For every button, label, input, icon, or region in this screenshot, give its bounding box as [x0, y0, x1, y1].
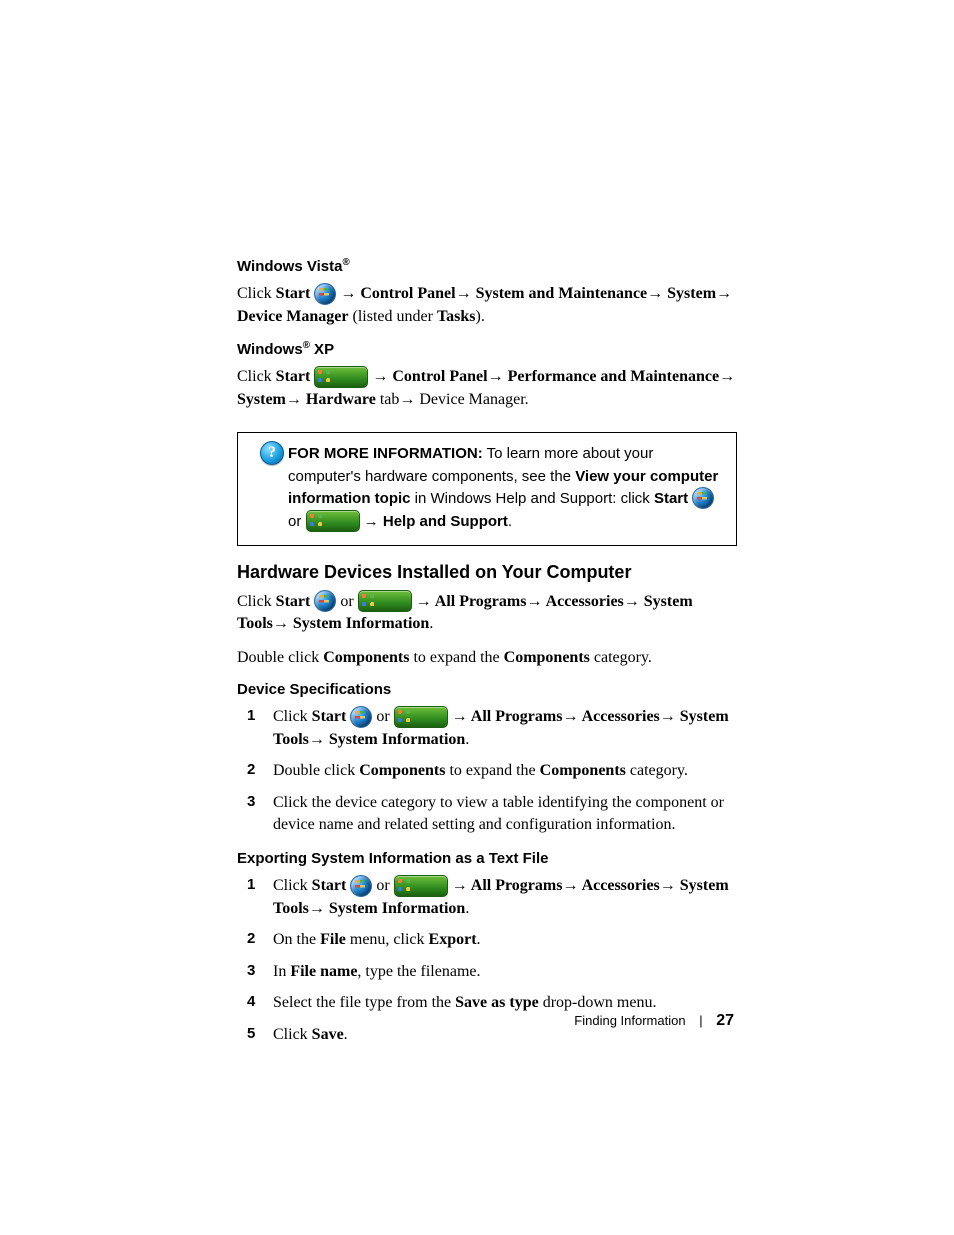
text: or [372, 877, 393, 894]
text: Click [273, 708, 312, 725]
page-footer: Finding Information | 27 [0, 1010, 734, 1032]
start-button-xp-icon [394, 706, 448, 728]
footer-separator: | [699, 1013, 702, 1028]
device-spec-steps: 1 Click Start or → All Programs→ Accesso… [237, 706, 737, 835]
components-label: Components [359, 762, 445, 779]
components-label: Components [323, 649, 409, 666]
heading-windows-vista: Windows Vista® [237, 256, 737, 277]
heading-device-specifications: Device Specifications [237, 680, 737, 700]
text: . [465, 731, 469, 748]
hardware-double-click: Double click Components to expand the Co… [237, 647, 737, 669]
text: . [477, 931, 481, 948]
export-label: Export [429, 931, 477, 948]
text: . [465, 900, 469, 917]
components-label: Components [504, 649, 590, 666]
list-item: 1 Click Start or → All Programs→ Accesso… [237, 706, 737, 750]
start-label: Start [312, 708, 347, 725]
hardware-click-start: Click Start or → All Programs→ Accessori… [237, 591, 737, 635]
start-label: Start [312, 877, 347, 894]
text: Double click [237, 649, 323, 666]
heading-hardware-devices: Hardware Devices Installed on Your Compu… [237, 560, 737, 584]
start-orb-vista-icon [314, 283, 336, 305]
footer-section-title: Finding Information [574, 1013, 685, 1028]
step-number: 2 [247, 760, 255, 780]
start-label: Start [654, 490, 688, 507]
text: Click the device category to view a tabl… [273, 794, 724, 833]
registered-mark: ® [342, 257, 349, 268]
text: Double click [273, 762, 359, 779]
list-item: 2 Double click Components to expand the … [237, 760, 737, 782]
start-orb-vista-icon [692, 487, 714, 509]
file-label: File [320, 931, 346, 948]
text: . [429, 615, 433, 632]
heading-text: Windows Vista [237, 258, 342, 275]
start-button-xp-icon [314, 366, 368, 388]
start-label: Start [276, 593, 311, 610]
help-support-label: Help and Support [383, 513, 508, 530]
start-orb-vista-icon [350, 875, 372, 897]
text: Click [237, 285, 276, 302]
components-label: Components [540, 762, 626, 779]
text: (listed under [349, 308, 437, 325]
document-page: Windows Vista® Click Start → Control Pan… [0, 0, 954, 1235]
text: , type the filename. [357, 963, 480, 980]
info-label: FOR MORE INFORMATION: [288, 445, 483, 462]
text: or [336, 593, 357, 610]
step-number: 3 [247, 961, 255, 981]
for-more-information-box: ? FOR MORE INFORMATION: To learn more ab… [237, 432, 737, 546]
step-number: 1 [247, 875, 255, 895]
text: or [372, 708, 393, 725]
text: to expand the [445, 762, 539, 779]
question-mark-icon: ? [260, 441, 284, 465]
text: ). [476, 308, 485, 325]
arrow: → [360, 513, 383, 530]
text: tab→ Device Manager. [376, 391, 529, 408]
start-label: Start [276, 285, 311, 302]
start-button-xp-icon [306, 510, 360, 532]
hardware-label: Hardware [306, 391, 376, 408]
page-content: Windows Vista® Click Start → Control Pan… [237, 256, 737, 1060]
heading-exporting: Exporting System Information as a Text F… [237, 849, 737, 869]
save-as-type-label: Save as type [455, 994, 539, 1011]
heading-text: Windows [237, 341, 303, 358]
list-item: 3 Click the device category to view a ta… [237, 792, 737, 835]
start-button-xp-icon [394, 875, 448, 897]
step-number: 3 [247, 792, 255, 812]
step-number: 2 [247, 929, 255, 949]
heading-text: XP [310, 341, 334, 358]
registered-mark: ® [303, 340, 310, 351]
list-item: 3 In File name, type the filename. [237, 961, 737, 983]
text: Select the file type from the [273, 994, 455, 1011]
page-number: 27 [716, 1012, 734, 1029]
text: to expand the [409, 649, 503, 666]
start-orb-vista-icon [314, 590, 336, 612]
xp-instructions: Click Start → Control Panel→ Performance… [237, 366, 737, 410]
vista-instructions: Click Start → Control Panel→ System and … [237, 283, 737, 327]
list-item: 2 On the File menu, click Export. [237, 929, 737, 951]
text: Click [237, 593, 276, 610]
step-number: 1 [247, 706, 255, 726]
start-button-xp-icon [358, 590, 412, 612]
text: drop-down menu. [539, 994, 657, 1011]
tasks-label: Tasks [437, 308, 476, 325]
text: . [508, 513, 512, 530]
text: menu, click [346, 931, 429, 948]
filename-label: File name [290, 963, 357, 980]
list-item: 1 Click Start or → All Programs→ Accesso… [237, 875, 737, 919]
heading-windows-xp: Windows® XP [237, 339, 737, 360]
text: In [273, 963, 290, 980]
start-orb-vista-icon [350, 706, 372, 728]
text: in Windows Help and Support: click [411, 490, 654, 507]
text: category. [626, 762, 688, 779]
start-label: Start [276, 368, 311, 385]
text: category. [590, 649, 652, 666]
text: Click [237, 368, 276, 385]
text: On the [273, 931, 320, 948]
text: Click [273, 877, 312, 894]
text: or [288, 513, 306, 530]
